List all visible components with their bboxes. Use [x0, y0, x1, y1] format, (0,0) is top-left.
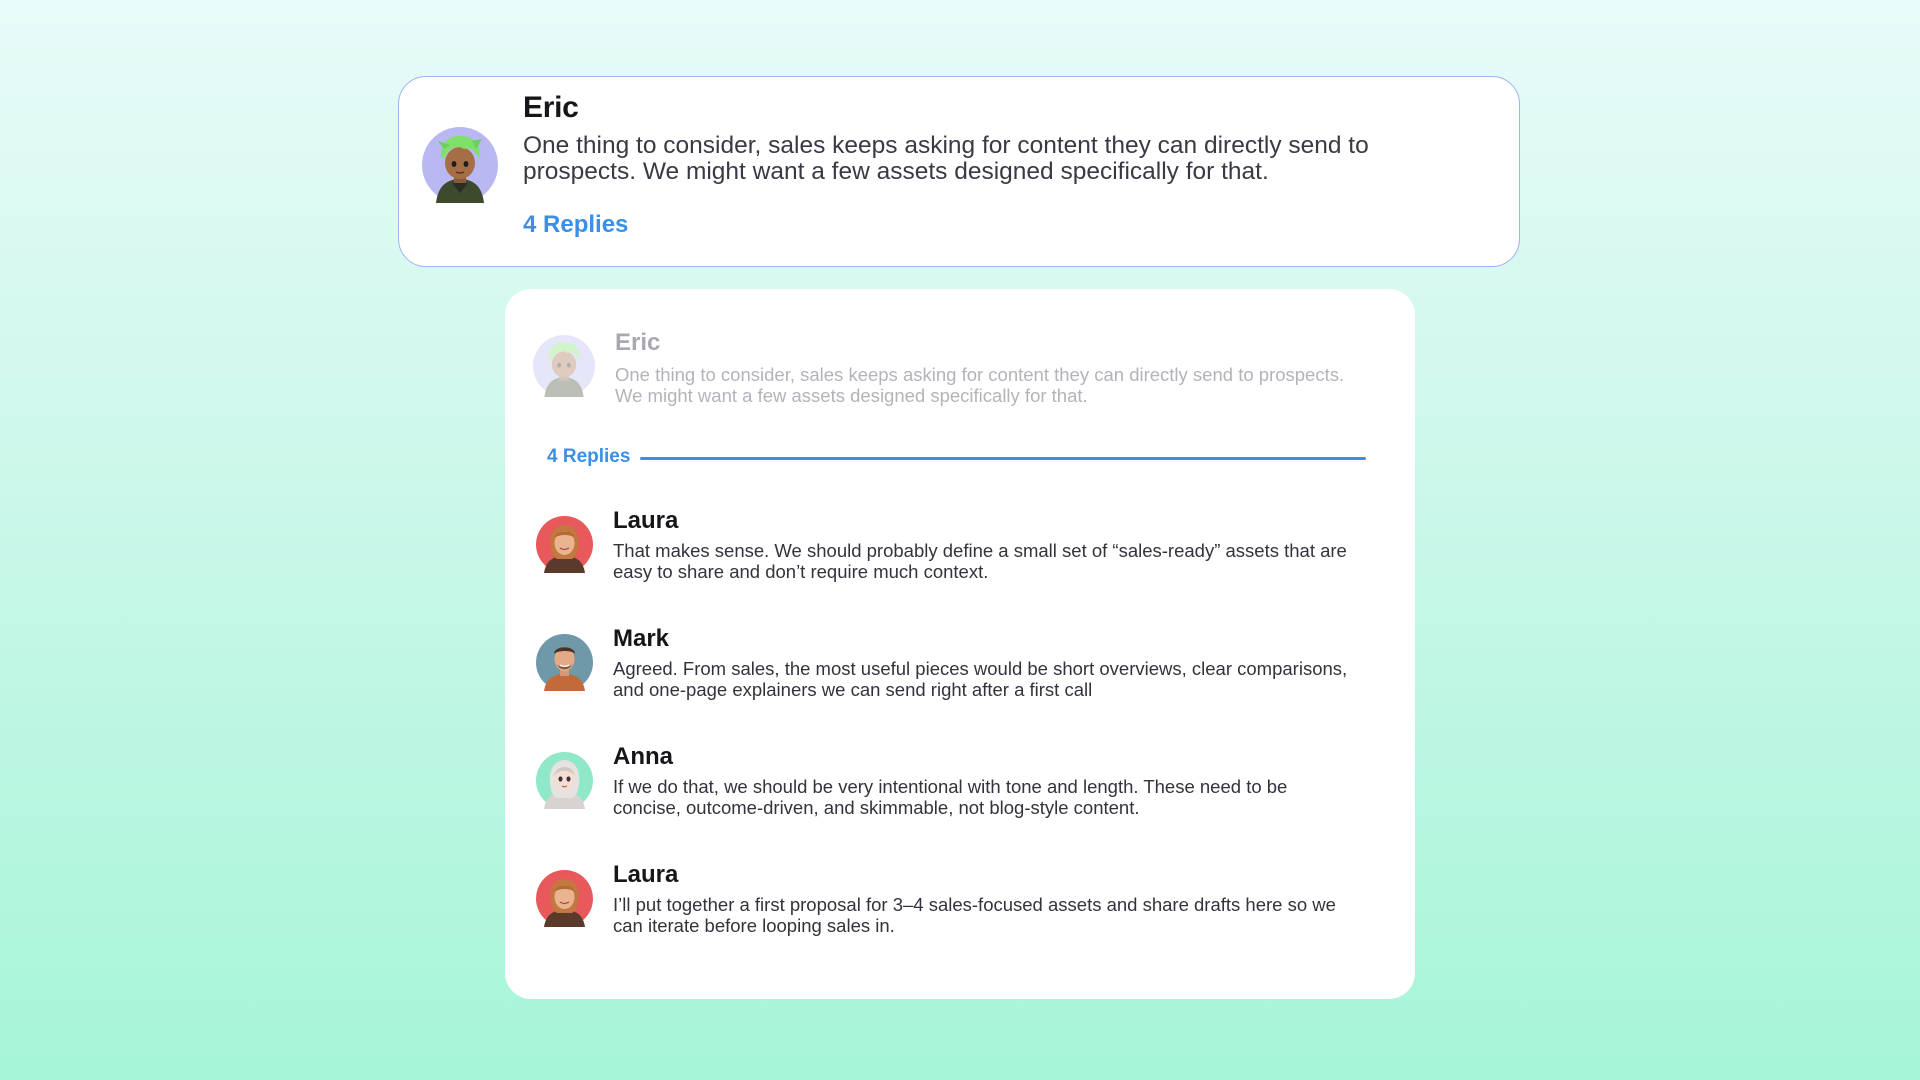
replies-link[interactable]: 4 Replies: [523, 211, 628, 239]
reply-author: Mark: [613, 625, 670, 652]
reply-item: Laura That makes sense. We should probab…: [505, 507, 1415, 607]
eric-avatar-icon: [533, 335, 595, 397]
laura-avatar-icon[interactable]: [536, 516, 593, 573]
anna-avatar-icon[interactable]: [536, 752, 593, 809]
post-author: Eric: [523, 91, 579, 124]
reply-message: That makes sense. We should probably def…: [613, 540, 1347, 582]
reply-item: Mark Agreed. From sales, the most useful…: [505, 625, 1415, 725]
post-message: One thing to consider, sales keeps askin…: [523, 132, 1369, 185]
thread-panel: Eric One thing to consider, sales keeps …: [505, 289, 1415, 999]
mark-avatar-icon[interactable]: [536, 634, 593, 691]
reply-message: I’ll put together a first proposal for 3…: [613, 894, 1336, 936]
parent-message: One thing to consider, sales keeps askin…: [615, 364, 1345, 406]
divider-line: [640, 457, 1366, 460]
parent-author: Eric: [615, 329, 661, 356]
eric-avatar-icon[interactable]: [422, 127, 498, 203]
reply-item: Laura I’ll put together a first proposal…: [505, 861, 1415, 961]
post-card[interactable]: Eric One thing to consider, sales keeps …: [398, 76, 1520, 267]
reply-author: Laura: [613, 861, 679, 888]
reply-author: Laura: [613, 507, 679, 534]
thread-parent-message: Eric One thing to consider, sales keeps …: [505, 289, 1415, 409]
reply-item: Anna If we do that, we should be very in…: [505, 743, 1415, 843]
reply-message: If we do that, we should be very intenti…: [613, 776, 1288, 818]
replies-divider: 4 Replies: [547, 445, 1371, 471]
replies-count: 4 Replies: [547, 446, 631, 467]
reply-author: Anna: [613, 743, 673, 770]
reply-message: Agreed. From sales, the most useful piec…: [613, 658, 1348, 700]
laura-avatar-icon[interactable]: [536, 870, 593, 927]
